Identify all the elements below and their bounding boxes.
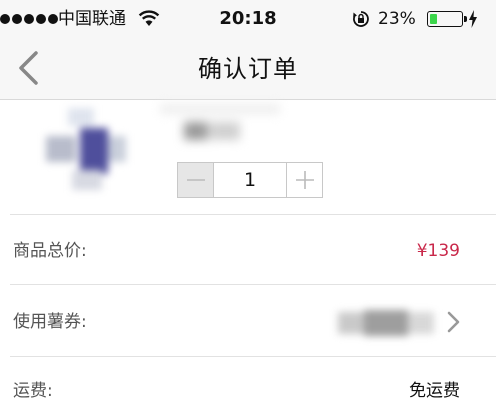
chevron-right-icon[interactable] bbox=[444, 310, 462, 334]
navigation-bar: 确认订单 bbox=[0, 38, 496, 100]
decrement-button[interactable] bbox=[178, 163, 214, 197]
coupon-value bbox=[338, 310, 434, 336]
total-price-label: 商品总价: bbox=[13, 241, 87, 261]
battery-icon bbox=[427, 11, 467, 27]
charging-bolt-icon bbox=[469, 10, 477, 28]
product-thumbnail bbox=[46, 108, 126, 190]
total-price-value: ¥139 bbox=[416, 241, 460, 261]
shipping-label: 运费: bbox=[13, 381, 53, 400]
clock-time: 20:18 bbox=[219, 8, 277, 29]
quantity-value[interactable]: 1 bbox=[214, 163, 286, 197]
minus-icon bbox=[187, 179, 205, 181]
increment-button[interactable] bbox=[286, 163, 322, 197]
divider bbox=[10, 356, 496, 357]
product-name bbox=[160, 104, 280, 144]
page-title: 确认订单 bbox=[198, 55, 298, 83]
divider bbox=[10, 214, 496, 215]
product-card: 1 bbox=[0, 100, 496, 214]
divider bbox=[10, 284, 496, 285]
plus-icon bbox=[296, 171, 314, 189]
quantity-stepper: 1 bbox=[177, 162, 323, 198]
shipping-value: 免运费 bbox=[409, 381, 460, 400]
rotation-lock-icon bbox=[353, 11, 369, 27]
coupon-label: 使用薯券: bbox=[13, 312, 87, 332]
status-bar: 中国联通 20:18 23% bbox=[0, 0, 496, 38]
battery-percent: 23% bbox=[378, 9, 416, 29]
